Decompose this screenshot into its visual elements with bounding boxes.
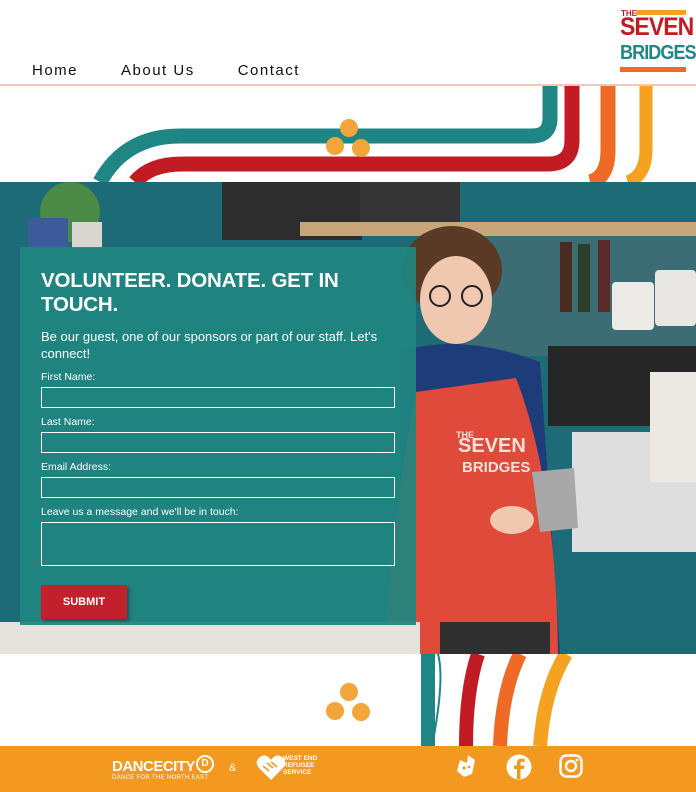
message-textarea[interactable]: [41, 522, 395, 566]
main-nav: Home About Us Contact: [32, 62, 343, 79]
seven-bridges-logo[interactable]: THE SEVEN BRIDGES: [620, 8, 696, 76]
logo-seven-text: SEVEN: [620, 13, 694, 41]
form-subtitle: Be our guest, one of our sponsors or par…: [41, 329, 378, 361]
logo-bottom-bar: [620, 67, 686, 72]
site-header: Home About Us Contact THE SEVEN BRIDGES: [0, 0, 696, 86]
submit-button[interactable]: SUBMIT: [41, 585, 127, 619]
email-input[interactable]: [41, 477, 395, 498]
logo-bridges-text: BRIDGES: [620, 42, 696, 64]
heart-hands-icon: [256, 755, 286, 780]
wers-line-1: WEST END: [283, 755, 318, 762]
west-end-refugee-service-logo[interactable]: WEST END REFUGEE SERVICE: [283, 755, 317, 776]
wers-line-3: SERVICE: [283, 769, 312, 776]
first-name-input[interactable]: [41, 387, 395, 408]
message-label: Leave us a message and we'll be in touch…: [41, 506, 239, 518]
nav-contact-link[interactable]: Contact: [238, 62, 300, 79]
dancecity-logo[interactable]: DANCECITY DANCE FOR THE NORTH EAST: [112, 758, 208, 781]
deliveroo-icon[interactable]: [452, 754, 476, 780]
dancecity-name: DANCECITY: [112, 758, 196, 775]
last-name-label: Last Name:: [41, 416, 95, 428]
contact-form-card: VOLUNTEER. DONATE. GET IN TOUCH. Be our …: [20, 247, 416, 625]
first-name-label: First Name:: [41, 371, 96, 383]
wers-line-2: REFUGEE: [283, 762, 315, 769]
dancecity-mark-icon: D: [196, 755, 214, 773]
dancecity-tagline: DANCE FOR THE NORTH EAST: [112, 775, 209, 781]
apron-seven-text: SEVEN: [458, 435, 526, 457]
form-title: VOLUNTEER. DONATE. GET IN TOUCH.: [41, 269, 339, 316]
instagram-icon[interactable]: [559, 754, 583, 778]
nav-about-link[interactable]: About Us: [121, 62, 195, 79]
partners-ampersand: &: [229, 762, 237, 774]
nav-home-link[interactable]: Home: [32, 62, 78, 79]
email-label: Email Address:: [41, 461, 112, 473]
facebook-icon[interactable]: [506, 754, 532, 780]
site-footer: DANCECITY DANCE FOR THE NORTH EAST D & W…: [0, 746, 696, 792]
apron-bridges-text: BRIDGES: [462, 459, 530, 476]
last-name-input[interactable]: [41, 432, 395, 453]
